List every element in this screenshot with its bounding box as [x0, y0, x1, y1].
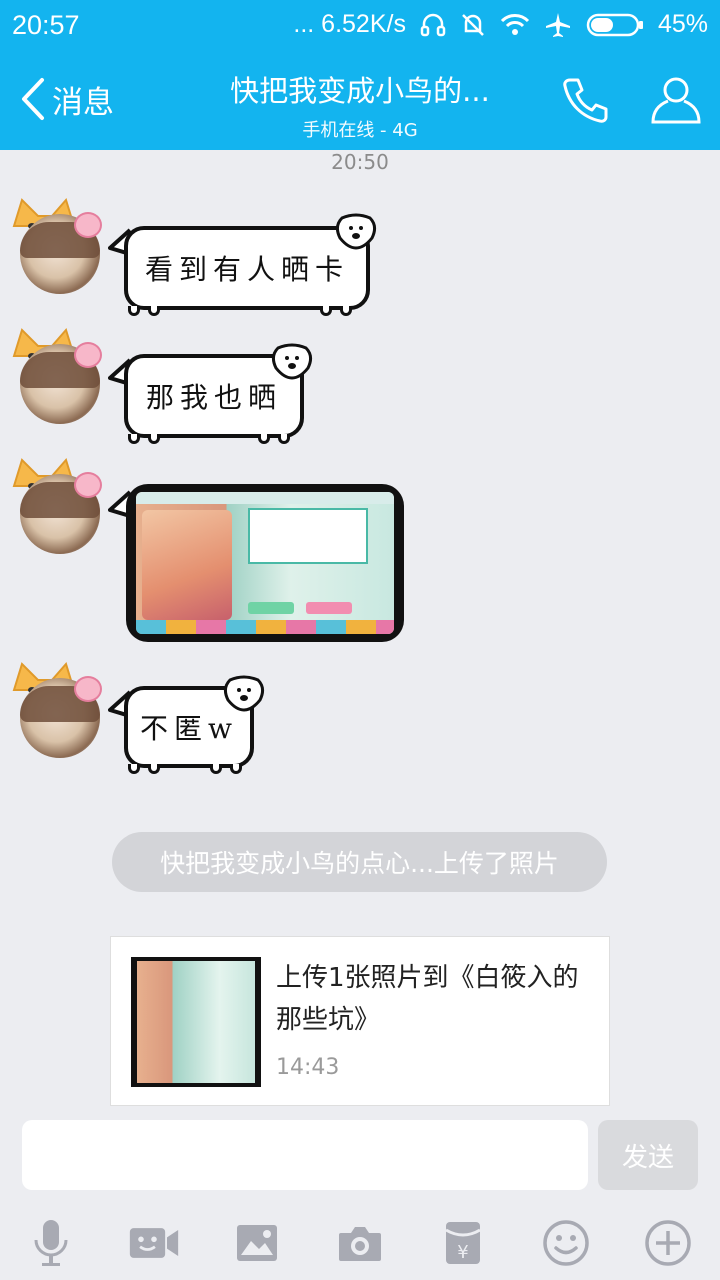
- profile-button[interactable]: [650, 74, 702, 132]
- input-toolbar: ¥: [0, 1206, 720, 1280]
- avatar[interactable]: [12, 456, 104, 554]
- avatar[interactable]: [12, 196, 104, 294]
- message-text: 不匿w: [140, 712, 238, 745]
- microphone-icon[interactable]: [25, 1217, 77, 1269]
- video-call-icon[interactable]: [128, 1217, 180, 1269]
- online-status: 手机在线 - 4G: [302, 120, 418, 141]
- avatar[interactable]: [12, 326, 104, 424]
- image-message[interactable]: [126, 484, 404, 642]
- system-notice: 快把我变成小鸟的点心...上传了照片: [112, 832, 607, 892]
- composer: 发送: [0, 1106, 720, 1206]
- network-speed: ... 6.52K/s: [293, 10, 406, 38]
- status-time: 20:57: [12, 10, 80, 40]
- headphones-icon: [420, 12, 446, 38]
- album-upload-time: 14:43: [276, 1055, 340, 1080]
- airplane-mode-icon: [544, 11, 572, 39]
- album-upload-title: 上传1张照片到《白筱入的那些坑》: [276, 963, 579, 1035]
- top-bar: 20:57 ... 6.52K/s 45% 消息 快把我变成小鸟的... 手机在…: [0, 0, 720, 150]
- user-profile-icon: [651, 77, 701, 124]
- message-text: 那我也晒: [145, 381, 282, 414]
- back-button[interactable]: 消息: [18, 76, 114, 122]
- dog-sticker-icon: [271, 343, 313, 380]
- chevron-left-icon: [22, 78, 44, 120]
- message-input[interactable]: [22, 1120, 588, 1190]
- message-text: 看到有人晒卡: [144, 253, 349, 286]
- status-right: ... 6.52K/s 45%: [293, 10, 708, 39]
- send-button[interactable]: 发送: [598, 1120, 698, 1190]
- wifi-icon: [500, 13, 530, 37]
- game-card-screenshot: [136, 492, 394, 634]
- pink-mascot-decoration: [74, 676, 102, 702]
- pink-mascot-decoration: [74, 342, 102, 368]
- camera-icon[interactable]: [334, 1217, 386, 1269]
- album-thumbnail: [131, 957, 261, 1087]
- image-icon[interactable]: [231, 1217, 283, 1269]
- chat-timestamp: 20:50: [331, 150, 389, 174]
- album-upload-card[interactable]: 上传1张照片到《白筱入的那些坑》 14:43: [110, 936, 610, 1106]
- chat-title-block[interactable]: 快把我变成小鸟的... 手机在线 - 4G: [200, 68, 520, 142]
- avatar[interactable]: [12, 660, 104, 758]
- dog-sticker-icon: [335, 213, 377, 250]
- red-packet-icon[interactable]: ¥: [437, 1217, 489, 1269]
- chat-title: 快把我变成小鸟的...: [230, 74, 490, 108]
- pink-mascot-decoration: [74, 212, 102, 238]
- mute-bell-icon: [460, 12, 486, 38]
- svg-text:¥: ¥: [457, 1242, 468, 1263]
- status-bar: 20:57 ... 6.52K/s 45%: [0, 0, 720, 52]
- plus-icon[interactable]: [642, 1217, 694, 1269]
- back-label: 消息: [52, 84, 114, 121]
- battery-percent: 45%: [657, 10, 708, 38]
- battery-icon: [586, 12, 644, 38]
- emoji-icon[interactable]: [540, 1217, 592, 1269]
- phone-call-button[interactable]: [560, 74, 612, 130]
- pink-mascot-decoration: [74, 472, 102, 498]
- dog-sticker-icon: [223, 675, 265, 712]
- phone-icon: [563, 78, 608, 123]
